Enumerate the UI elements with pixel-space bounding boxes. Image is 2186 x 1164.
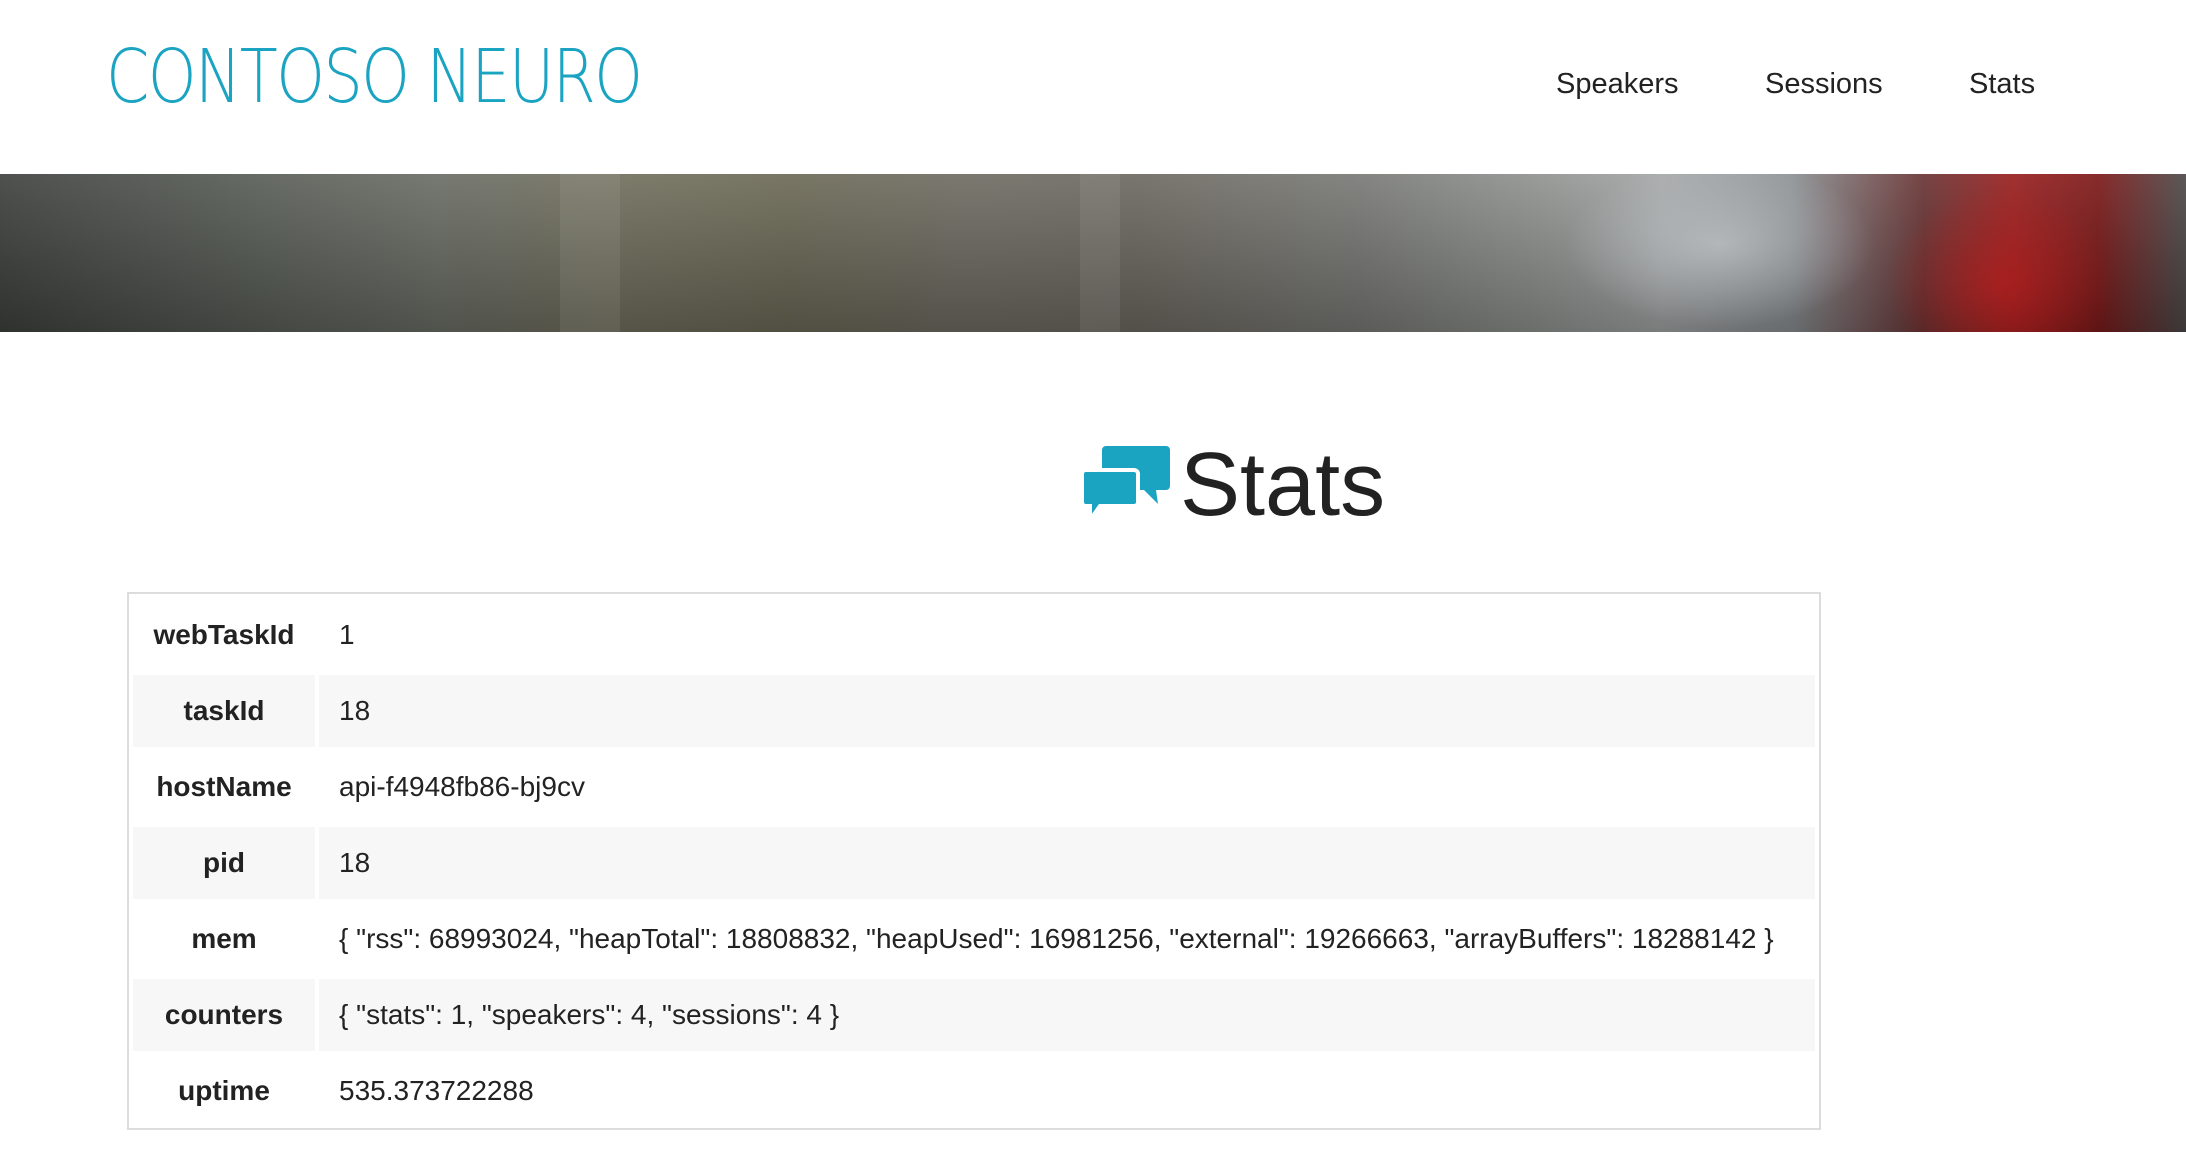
table-row: counters { "stats": 1, "speakers": 4, "s… [133,977,1815,1053]
page: CONTOSO NEURO Speakers Sessions Stats St… [0,0,2186,1164]
row-value: 18 [319,675,1815,747]
row-key: pid [133,827,315,899]
row-value: api-f4948fb86-bj9cv [339,771,585,802]
row-key: webTaskId [153,619,295,650]
row-key: mem [191,923,257,954]
table-row: mem { "rss": 68993024, "heapTotal": 1880… [133,901,1815,977]
nav-link-sessions[interactable]: Sessions [1765,62,1883,106]
banner-light-band [560,174,620,332]
site-header: CONTOSO NEURO Speakers Sessions Stats [0,0,2186,174]
table-row: hostName api-f4948fb86-bj9cv [133,749,1815,825]
main-nav: Speakers Sessions Stats [0,62,2186,106]
page-title-row: Stats [0,430,2186,540]
row-value: { "stats": 1, "speakers": 4, "sessions":… [319,979,1815,1051]
row-key: counters [133,979,315,1051]
table-row: pid 18 [133,825,1815,901]
banner-light-band [1080,174,1120,332]
row-value: 1 [339,619,355,650]
table-row: taskId 18 [133,673,1815,749]
table-row: uptime 535.373722288 [133,1053,1815,1129]
nav-link-stats[interactable]: Stats [1969,62,2035,106]
table-row: webTaskId 1 [133,597,1815,673]
page-title: Stats [1180,435,1386,535]
nav-link-speakers[interactable]: Speakers [1556,62,1679,106]
row-key: hostName [156,771,292,802]
row-key: uptime [178,1075,270,1106]
chat-bubbles-icon [1080,446,1170,526]
row-value: 535.373722288 [339,1075,534,1106]
row-value: { "rss": 68993024, "heapTotal": 18808832… [339,923,1774,954]
row-value: 18 [319,827,1815,899]
row-key: taskId [133,675,315,747]
stats-table: webTaskId 1 taskId 18 hostName api-f4948… [127,592,1821,1130]
hero-banner-image [0,174,2186,332]
